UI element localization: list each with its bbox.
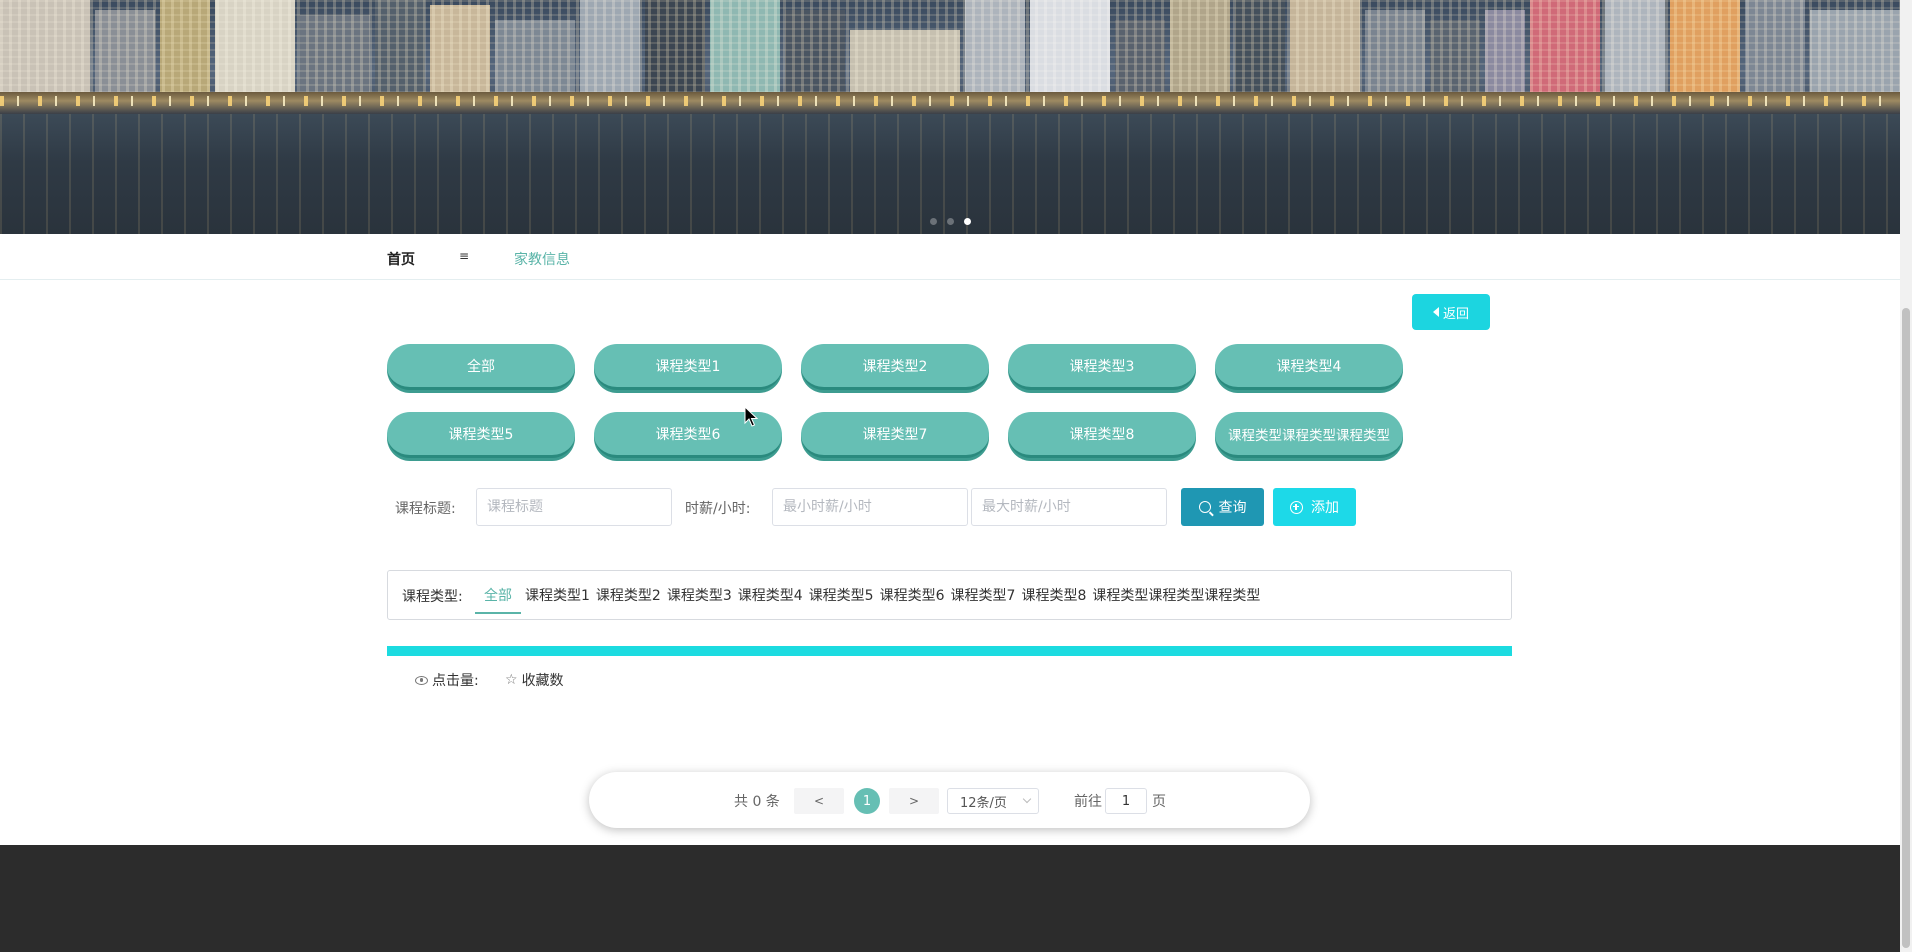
harbor-water — [0, 114, 1900, 234]
category-pill[interactable]: 课程类型课程类型课程类型 — [1215, 412, 1403, 458]
filter-item[interactable]: 课程类型6 — [877, 585, 948, 614]
carousel-indicators — [0, 218, 1900, 225]
banner-carousel[interactable] — [0, 0, 1900, 234]
eye-icon — [415, 675, 428, 685]
goto-label: 前往 — [1074, 794, 1102, 810]
filter-item[interactable]: 课程类型1 — [522, 585, 593, 614]
filter-items: 全部 课程类型1 课程类型2 课程类型3 课程类型4 课程类型5 课程类型6 课… — [475, 585, 1263, 614]
pagination-total: 共 0 条 — [734, 794, 780, 810]
min-wage-input[interactable] — [772, 488, 968, 526]
back-button[interactable]: 返回 — [1412, 294, 1490, 330]
click-count-stat: 点击量: — [415, 670, 479, 690]
page-number-current[interactable]: 1 — [854, 788, 880, 814]
plus-circle-icon — [1290, 500, 1303, 514]
category-pill[interactable]: 课程类型8 — [1008, 412, 1196, 458]
favorites-label: 收藏数 — [521, 673, 564, 689]
goto-page-input[interactable] — [1105, 788, 1147, 814]
page-size-value: 12条/页 — [960, 795, 1007, 811]
carousel-dot-active[interactable] — [963, 218, 971, 225]
shore-lights — [0, 96, 1900, 106]
breadcrumb-nav: 首页 ≡ 家教信息 — [0, 234, 1900, 280]
next-page-button[interactable]: > — [889, 788, 939, 814]
category-pill[interactable]: 课程类型7 — [801, 412, 989, 458]
pagination: 共 0 条 < 1 > 12条/页 前往 页 — [589, 772, 1310, 828]
list-header-bar — [387, 646, 1512, 656]
filter-item[interactable]: 课程类型4 — [735, 585, 806, 614]
title-input[interactable] — [476, 488, 672, 526]
caret-left-icon — [1432, 307, 1439, 317]
category-pill[interactable]: 课程类型5 — [387, 412, 575, 458]
category-pill[interactable]: 课程类型3 — [1008, 344, 1196, 390]
wage-label: 时薪/小时: — [685, 501, 751, 517]
scrollbar-thumb[interactable] — [1902, 308, 1910, 948]
chevron-down-icon — [1022, 794, 1032, 804]
carousel-dot[interactable] — [946, 218, 954, 225]
filter-item[interactable]: 课程类型8 — [1018, 585, 1089, 614]
nav-current-link[interactable]: 家教信息 — [514, 249, 570, 269]
star-icon: ☆ — [505, 672, 518, 688]
category-pill[interactable]: 课程类型1 — [594, 344, 782, 390]
add-button-label: 添加 — [1311, 500, 1339, 516]
favorites-stat: ☆ 收藏数 — [505, 670, 564, 690]
type-filter-box: 课程类型: 全部 课程类型1 课程类型2 课程类型3 课程类型4 课程类型5 课… — [387, 570, 1512, 620]
mouse-cursor-icon — [744, 406, 758, 427]
page-suffix: 页 — [1152, 794, 1166, 810]
carousel-dot[interactable] — [929, 218, 937, 225]
filter-item[interactable]: 课程类型7 — [948, 585, 1019, 614]
page: 首页 ≡ 家教信息 返回 全部 课程类型1 课程类型2 课程类型3 课程类型4 … — [0, 0, 1912, 952]
search-icon — [1198, 501, 1211, 513]
category-pill[interactable]: 课程类型2 — [801, 344, 989, 390]
page-scrollbar[interactable] — [1900, 0, 1912, 952]
click-count-label: 点击量: — [432, 673, 479, 689]
page-size-select[interactable]: 12条/页 — [947, 788, 1039, 814]
back-button-label: 返回 — [1442, 306, 1469, 322]
footer — [0, 845, 1900, 952]
menu-icon: ≡ — [459, 249, 470, 263]
query-button[interactable]: 查询 — [1181, 488, 1264, 526]
filter-label: 课程类型: — [402, 589, 463, 605]
category-pill-all[interactable]: 全部 — [387, 344, 575, 390]
filter-item-all[interactable]: 全部 — [475, 585, 521, 614]
category-pill[interactable]: 课程类型4 — [1215, 344, 1403, 390]
query-button-label: 查询 — [1218, 500, 1247, 516]
nav-home-link[interactable]: 首页 — [387, 249, 415, 269]
filter-item[interactable]: 课程类型5 — [806, 585, 877, 614]
prev-page-button[interactable]: < — [794, 788, 844, 814]
filter-item[interactable]: 课程类型课程类型课程类型 — [1089, 585, 1263, 614]
filter-item[interactable]: 课程类型3 — [664, 585, 735, 614]
add-button[interactable]: 添加 — [1273, 488, 1356, 526]
max-wage-input[interactable] — [971, 488, 1167, 526]
filter-item[interactable]: 课程类型2 — [593, 585, 664, 614]
title-label: 课程标题: — [395, 501, 456, 517]
